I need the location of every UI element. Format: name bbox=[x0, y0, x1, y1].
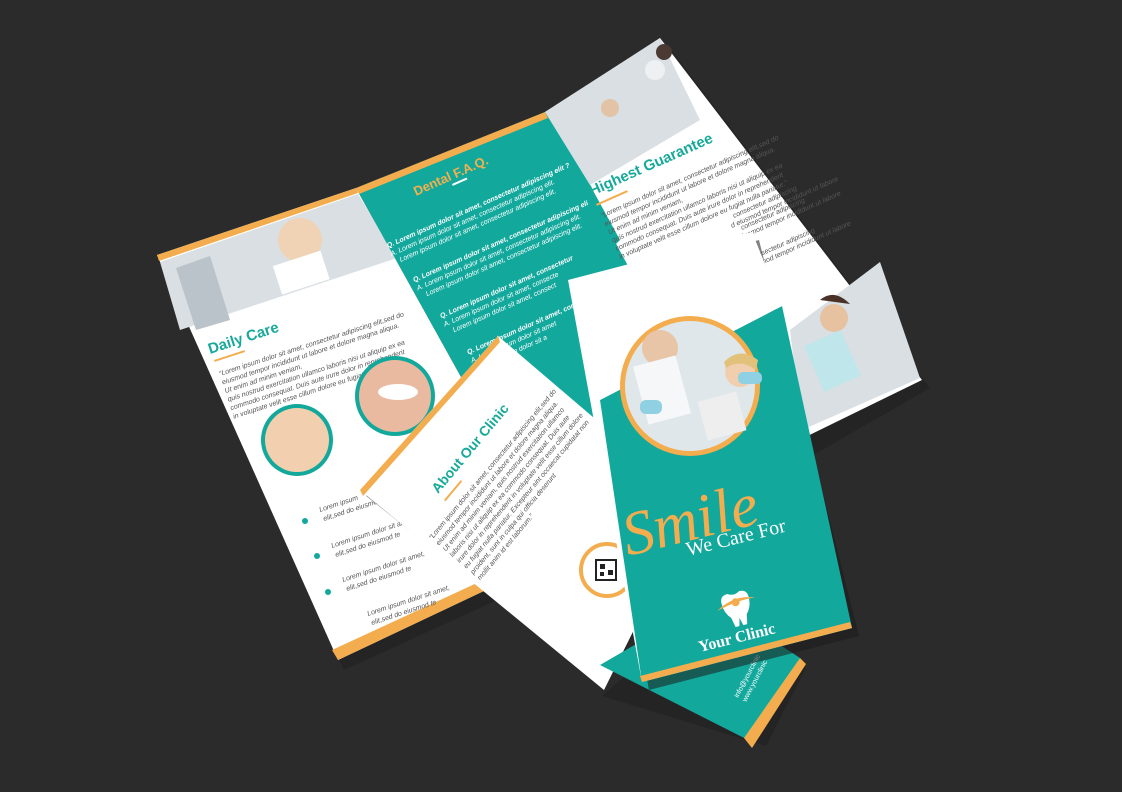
qr-code-icon bbox=[595, 559, 617, 581]
brochure-scene: Daily Care “Lorem ipsum dolor sit amet, … bbox=[157, 38, 930, 748]
child-smile-photo bbox=[265, 408, 329, 472]
